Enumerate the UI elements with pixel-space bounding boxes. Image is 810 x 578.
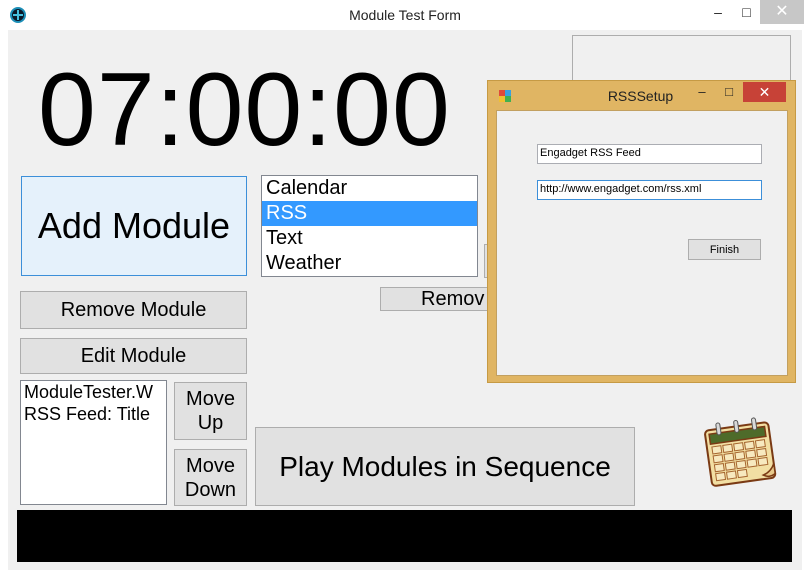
move-up-button[interactable]: Move Up: [174, 382, 247, 440]
edit-module-button[interactable]: Edit Module: [20, 338, 247, 374]
module-type-list[interactable]: Calendar RSS Text Weather: [261, 175, 478, 277]
dialog-close-button[interactable]: ✕: [743, 82, 786, 102]
maximize-button[interactable]: □: [733, 0, 760, 24]
list-item[interactable]: ModuleTester.W: [21, 381, 166, 403]
list-item[interactable]: Calendar: [262, 176, 477, 201]
move-down-button[interactable]: Move Down: [174, 449, 247, 506]
dialog-minimize-button[interactable]: –: [688, 83, 716, 103]
feed-url-field[interactable]: http://www.engadget.com/rss.xml: [537, 180, 762, 200]
move-up-label-line2: Up: [197, 412, 224, 434]
remove-button[interactable]: Remov: [380, 287, 500, 311]
feed-name-field[interactable]: Engadget RSS Feed: [537, 144, 762, 164]
list-item[interactable]: Weather: [262, 251, 477, 276]
move-up-label-line1: Move: [186, 388, 235, 410]
clock-display: 07:00:00: [38, 52, 451, 168]
add-module-button[interactable]: Add Module: [21, 176, 247, 276]
close-button[interactable]: ✕: [760, 0, 804, 24]
move-down-label-line1: Move: [186, 454, 235, 477]
list-item[interactable]: RSS Feed: Title: [21, 403, 166, 425]
dialog-client-area: Engadget RSS Feed http://www.engadget.co…: [496, 110, 788, 376]
move-down-label-line2: Down: [184, 478, 237, 501]
calendar-icon: [704, 417, 777, 487]
remove-module-button[interactable]: Remove Module: [20, 291, 247, 329]
preview-panel: [572, 35, 791, 85]
minimize-button[interactable]: –: [703, 0, 733, 24]
window-title: Module Test Form: [349, 7, 461, 23]
rss-setup-dialog: RSSSetup – □ ✕ Engadget RSS Feed http://…: [487, 80, 796, 383]
finish-button[interactable]: Finish: [688, 239, 761, 260]
module-sequence-list[interactable]: ModuleTester.W RSS Feed: Title: [20, 380, 167, 505]
status-bar: [17, 510, 792, 562]
main-titlebar: Module Test Form – □ ✕: [0, 0, 810, 30]
list-item-selected[interactable]: RSS: [262, 201, 477, 226]
dialog-maximize-button[interactable]: □: [716, 83, 742, 103]
list-item[interactable]: Text: [262, 226, 477, 251]
play-sequence-button[interactable]: Play Modules in Sequence: [255, 427, 635, 506]
